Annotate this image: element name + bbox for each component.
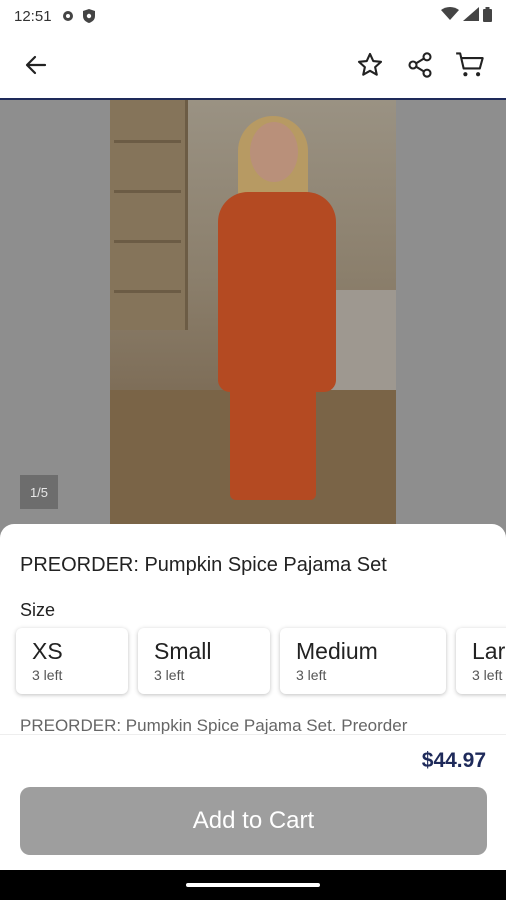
size-option-xs[interactable]: XS 3 left <box>16 628 128 694</box>
size-name: Medium <box>296 638 378 664</box>
size-stock: 3 left <box>296 667 327 683</box>
home-gesture-handle[interactable] <box>186 883 320 887</box>
size-label: Size <box>20 600 56 620</box>
signal-icon <box>463 7 479 25</box>
status-time: 12:51 <box>14 7 52 25</box>
share-button[interactable] <box>402 47 438 83</box>
product-description: PREORDER: Pumpkin Spice Pajama Set. Preo… <box>20 716 408 734</box>
image-counter: 1/5 <box>20 475 58 509</box>
cart-button[interactable] <box>452 47 488 83</box>
gear-icon <box>60 8 76 24</box>
product-title: PREORDER: Pumpkin Spice Pajama Set <box>20 554 387 576</box>
size-option-small[interactable]: Small 3 left <box>138 628 270 694</box>
product-photo <box>110 100 396 540</box>
add-to-cart-button[interactable]: Add to Cart <box>20 787 487 855</box>
size-name: Large <box>472 638 506 664</box>
size-stock: 3 left <box>154 667 185 683</box>
size-option-large[interactable]: Large 3 left <box>456 628 506 694</box>
wifi-icon <box>441 7 459 25</box>
product-details-sheet: PREORDER: Pumpkin Spice Pajama Set Size … <box>0 524 506 734</box>
model-pajama-pants <box>230 380 316 500</box>
cart-icon <box>456 52 484 77</box>
star-icon <box>357 52 383 76</box>
shield-icon <box>82 8 96 24</box>
size-option-medium[interactable]: Medium 3 left <box>280 628 446 694</box>
shelf-decor <box>110 100 188 330</box>
share-icon <box>408 52 432 78</box>
arrow-left-icon <box>25 55 47 75</box>
product-image-gallery[interactable]: 1/5 <box>0 100 506 540</box>
product-price: $44.97 <box>421 749 486 772</box>
size-name: XS <box>32 638 63 664</box>
size-stock: 3 left <box>472 667 503 683</box>
top-app-bar <box>0 32 506 100</box>
back-button[interactable] <box>18 47 54 83</box>
size-stock: 3 left <box>32 667 63 683</box>
status-bar: 12:51 <box>0 0 506 32</box>
purchase-footer: $44.97 Add to Cart <box>0 734 506 870</box>
favorite-button[interactable] <box>352 47 388 83</box>
model-pajama-top <box>218 192 336 392</box>
system-nav-bar <box>0 870 506 900</box>
size-options: XS 3 left Small 3 left Medium 3 left Lar… <box>16 628 506 694</box>
battery-icon <box>483 6 492 26</box>
model-head <box>250 122 298 182</box>
size-name: Small <box>154 638 212 664</box>
